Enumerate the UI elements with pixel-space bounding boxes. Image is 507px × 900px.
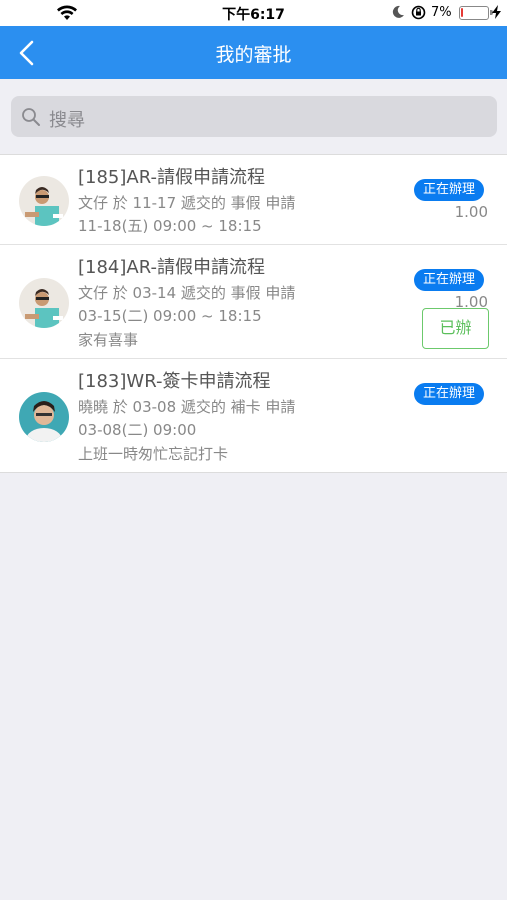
status-badge: 正在辦理 bbox=[413, 269, 484, 291]
item-amount: 1.00 bbox=[454, 203, 488, 221]
list-item[interactable]: [184]AR-請假申請流程 文仔 於 03-14 遞交的 事假 申請 03-1… bbox=[0, 245, 507, 359]
status-bar: 下午6:17 7% bbox=[0, 0, 507, 26]
avatar bbox=[19, 278, 69, 328]
search-section: 搜尋 bbox=[0, 79, 507, 155]
item-time: 11-18(五) 09:00 ~ 18:15 bbox=[78, 217, 262, 235]
item-title: [184]AR-請假申請流程 bbox=[78, 257, 265, 278]
item-submitter: 曉曉 於 03-08 遞交的 補卡 申請 bbox=[78, 398, 296, 416]
item-submitter: 文仔 於 03-14 遞交的 事假 申請 bbox=[78, 284, 296, 302]
charging-bolt-icon bbox=[492, 5, 501, 19]
list-item[interactable]: [183]WR-簽卡申請流程 曉曉 於 03-08 遞交的 補卡 申請 03-0… bbox=[0, 359, 507, 472]
item-title: [183]WR-簽卡申請流程 bbox=[78, 371, 271, 392]
page-title: 我的審批 bbox=[215, 44, 292, 66]
item-time: 03-15(二) 09:00 ~ 18:15 bbox=[78, 307, 262, 325]
approval-list: [185]AR-請假申請流程 文仔 於 11-17 遞交的 事假 申請 11-1… bbox=[0, 155, 507, 473]
battery-percent: 7% bbox=[431, 5, 452, 20]
avatar bbox=[19, 392, 69, 442]
rotation-lock-icon bbox=[411, 5, 426, 20]
status-badge: 正在辦理 bbox=[413, 179, 484, 201]
battery-icon bbox=[459, 6, 493, 20]
item-submitter: 文仔 於 11-17 遞交的 事假 申請 bbox=[78, 194, 296, 212]
item-time: 03-08(二) 09:00 bbox=[78, 421, 197, 439]
done-button[interactable]: 已辦 bbox=[422, 308, 489, 349]
item-reason: 家有喜事 bbox=[78, 331, 139, 349]
search-icon bbox=[22, 108, 40, 126]
nav-bar: 我的審批 bbox=[0, 26, 507, 79]
avatar bbox=[19, 176, 69, 226]
list-item[interactable]: [185]AR-請假申請流程 文仔 於 11-17 遞交的 事假 申請 11-1… bbox=[0, 155, 507, 245]
search-placeholder: 搜尋 bbox=[49, 110, 85, 131]
item-reason: 上班一時匆忙忘記打卡 bbox=[78, 445, 229, 463]
battery-level bbox=[461, 8, 463, 17]
item-title: [185]AR-請假申請流程 bbox=[78, 167, 265, 188]
moon-icon bbox=[392, 5, 404, 18]
status-badge: 正在辦理 bbox=[413, 383, 484, 405]
search-input[interactable]: 搜尋 bbox=[11, 96, 497, 137]
